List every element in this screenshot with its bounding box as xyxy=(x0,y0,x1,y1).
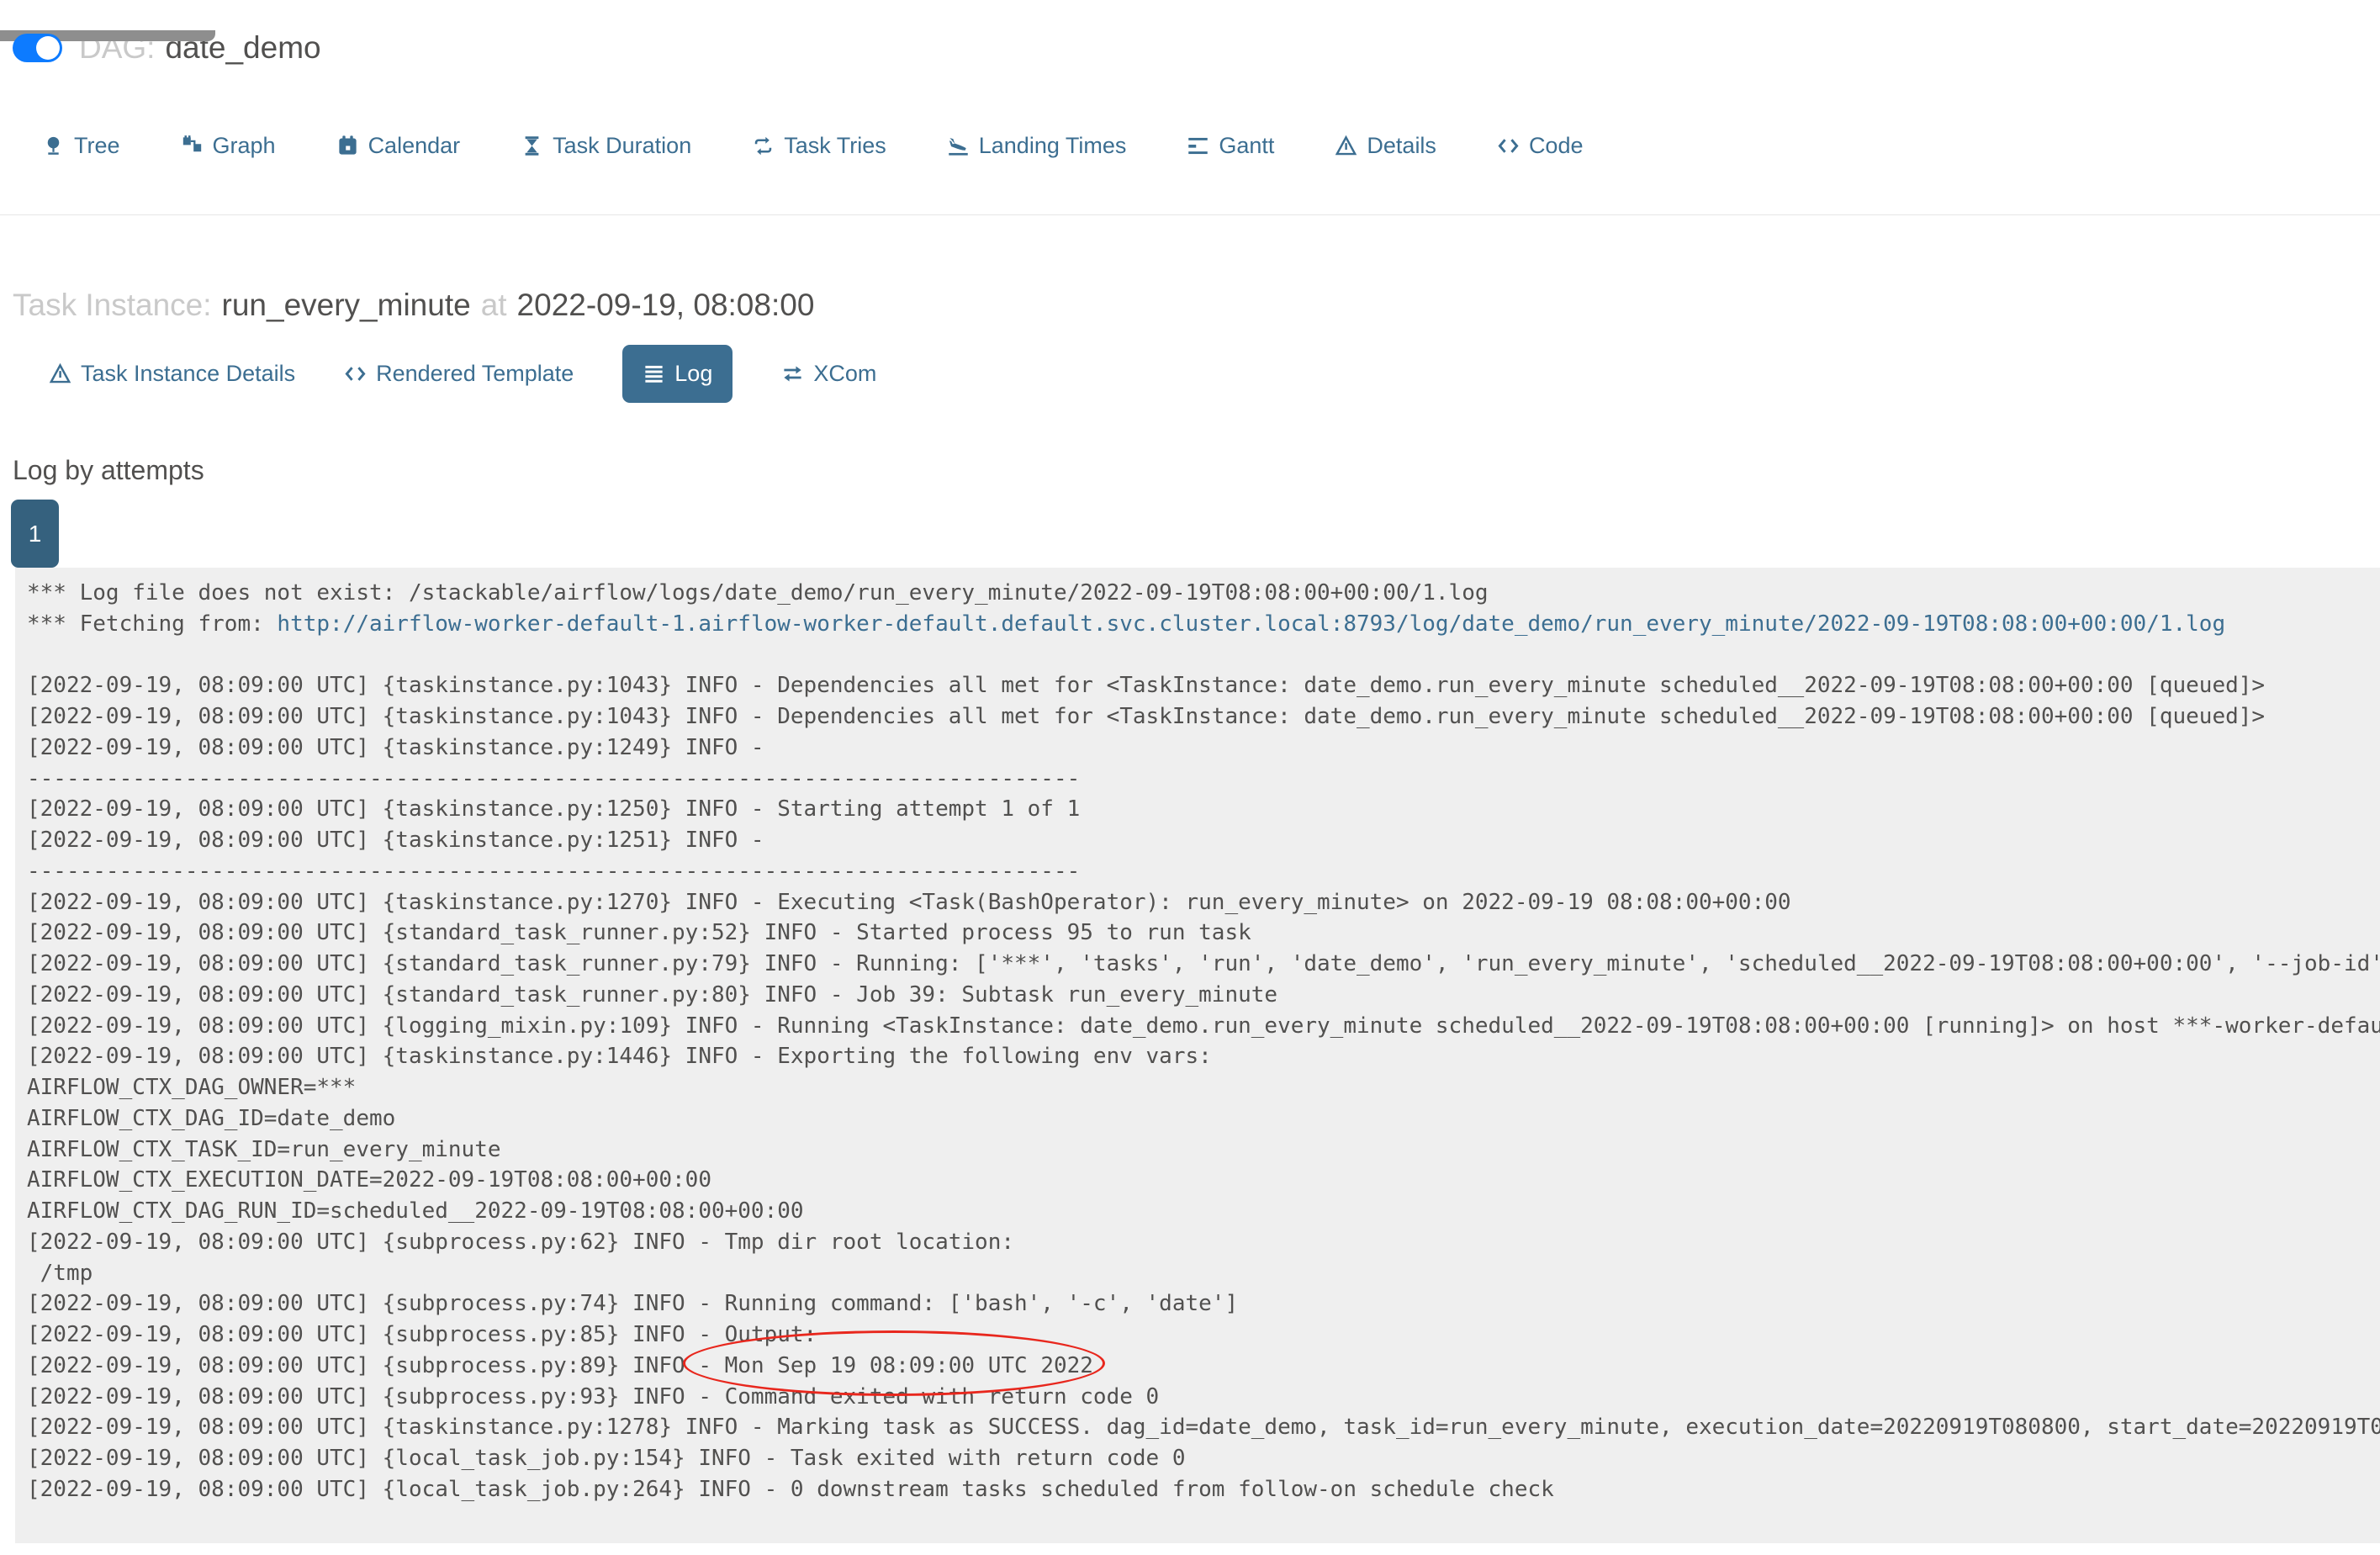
gantt-bars-icon xyxy=(1188,137,1209,155)
log-line: [2022-09-19, 08:09:00 UTC] {standard_tas… xyxy=(27,951,2380,976)
log-line: [2022-09-19, 08:09:00 UTC] {standard_tas… xyxy=(27,981,1278,1008)
task-instance-tabs: Task Instance Details Rendered Template … xyxy=(49,345,2380,403)
log-line: [2022-09-19, 08:09:00 UTC] {subprocess.p… xyxy=(27,1352,1093,1378)
log-line: [2022-09-19, 08:09:00 UTC] {subprocess.p… xyxy=(27,1291,1239,1317)
log-line: [2022-09-19, 08:09:00 UTC] {taskinstance… xyxy=(27,704,2266,729)
tab-task-tries[interactable]: Task Tries xyxy=(752,133,886,159)
tab-code[interactable]: Code xyxy=(1497,133,1584,159)
list-icon xyxy=(645,365,663,383)
swap-arrows-icon xyxy=(784,366,801,382)
attempt-1-button[interactable]: 1 xyxy=(11,500,59,568)
tab-graph[interactable]: Graph xyxy=(181,133,276,159)
plane-landing-icon xyxy=(949,137,968,156)
dag-header: DAG: date_demo xyxy=(13,30,2380,66)
log-line: [2022-09-19, 08:09:00 UTC] {subprocess.p… xyxy=(27,1383,1160,1410)
log-line: [2022-09-19, 08:09:00 UTC] {taskinstance… xyxy=(27,889,1791,915)
log-line: AIRFLOW_CTX_TASK_ID=run_every_minute xyxy=(27,1136,501,1162)
tab-label: Graph xyxy=(212,133,276,158)
tab-label: Task Tries xyxy=(784,133,886,158)
tab-rendered-template[interactable]: Rendered Template xyxy=(344,361,574,387)
tab-landing-times[interactable]: Landing Times xyxy=(947,133,1127,159)
log-line: [2022-09-19, 08:09:00 UTC] {subprocess.p… xyxy=(27,1229,1014,1255)
task-name: run_every_minute xyxy=(221,288,471,322)
tab-label: Gantt xyxy=(1219,133,1275,158)
log-line: AIRFLOW_CTX_DAG_OWNER=*** xyxy=(27,1075,357,1100)
log-line: AIRFLOW_CTX_DAG_RUN_ID=scheduled__2022-0… xyxy=(27,1198,804,1224)
log-line: [2022-09-19, 08:09:00 UTC] {taskinstance… xyxy=(27,1044,1212,1070)
subtab-label: Log xyxy=(674,361,713,386)
log-line: *** Fetching from: http://airflow-worker… xyxy=(27,611,2226,637)
tab-label: Calendar xyxy=(368,133,461,158)
annotated-log-text: - Mon Sep 19 08:09:00 UTC 2022 xyxy=(698,1352,1093,1378)
log-url-link[interactable]: http://airflow-worker-default-1.airflow-… xyxy=(277,611,2225,637)
subtab-label: Rendered Template xyxy=(376,361,574,386)
tab-label: Details xyxy=(1367,133,1436,158)
warning-triangle-icon xyxy=(49,362,71,383)
tab-task-instance-details[interactable]: Task Instance Details xyxy=(49,361,295,387)
tab-gantt[interactable]: Gantt xyxy=(1187,133,1274,159)
tab-xcom[interactable]: XCom xyxy=(781,361,876,387)
log-line: [2022-09-19, 08:09:00 UTC] {local_task_j… xyxy=(27,1446,1186,1471)
task-datetime: 2022-09-19, 08:08:00 xyxy=(516,288,815,322)
log-line: AIRFLOW_CTX_DAG_ID=date_demo xyxy=(27,1105,396,1131)
log-line: [2022-09-19, 08:09:00 UTC] {standard_tas… xyxy=(27,920,1251,946)
task-instance-label: Task Instance: xyxy=(13,288,212,322)
repeat-icon xyxy=(754,136,772,156)
tab-details[interactable]: Details xyxy=(1335,133,1436,159)
log-by-attempts-heading: Log by attempts xyxy=(13,455,204,485)
tab-calendar[interactable]: Calendar xyxy=(336,133,461,159)
graph-icon xyxy=(182,135,201,152)
log-line: /tmp xyxy=(27,1260,93,1286)
tab-label: Task Duration xyxy=(553,133,692,158)
subtab-label: Task Instance Details xyxy=(81,361,296,386)
log-line: [2022-09-19, 08:09:00 UTC] {local_task_j… xyxy=(27,1476,1554,1502)
tab-tree[interactable]: Tree xyxy=(42,133,120,159)
subtab-label: XCom xyxy=(813,361,877,386)
tree-icon xyxy=(47,136,60,155)
calendar-icon xyxy=(338,135,357,155)
dag-view-tabs: Tree Graph Calendar Task Duration Task T… xyxy=(42,133,2380,159)
log-line: [2022-09-19, 08:09:00 UTC] {taskinstance… xyxy=(27,796,1081,822)
at-word: at xyxy=(480,288,507,322)
log-line: [2022-09-19, 08:09:00 UTC] {taskinstance… xyxy=(27,734,778,760)
tab-label: Code xyxy=(1528,133,1584,158)
log-line: ----------------------------------------… xyxy=(27,858,1081,884)
log-line: *** Log file does not exist: /stackable/… xyxy=(27,580,1489,606)
tab-label: Tree xyxy=(74,133,120,158)
code-icon xyxy=(1498,139,1519,153)
log-line: [2022-09-19, 08:09:00 UTC] {subprocess.p… xyxy=(27,1322,817,1347)
log-line: [2022-09-19, 08:09:00 UTC] {taskinstance… xyxy=(27,673,2266,699)
warning-triangle-icon xyxy=(1335,135,1357,156)
divider xyxy=(0,214,2380,215)
log-line: ----------------------------------------… xyxy=(27,765,1081,791)
tab-task-duration[interactable]: Task Duration xyxy=(521,133,691,159)
code-icon xyxy=(345,367,366,381)
log-output: *** Log file does not exist: /stackable/… xyxy=(15,568,2380,1543)
log-line: [2022-09-19, 08:09:00 UTC] {logging_mixi… xyxy=(27,1013,2380,1039)
tab-label: Landing Times xyxy=(978,133,1127,158)
log-line: AIRFLOW_CTX_EXECUTION_DATE=2022-09-19T08… xyxy=(27,1167,711,1193)
hourglass-icon xyxy=(525,136,539,156)
dag-pause-toggle[interactable] xyxy=(13,34,62,62)
log-line: [2022-09-19, 08:09:00 UTC] {taskinstance… xyxy=(27,1415,2380,1441)
task-instance-heading: Task Instance: run_every_minute at 2022-… xyxy=(13,288,2380,323)
tab-log[interactable]: Log xyxy=(622,345,733,403)
log-line: [2022-09-19, 08:09:00 UTC] {taskinstance… xyxy=(27,828,778,853)
